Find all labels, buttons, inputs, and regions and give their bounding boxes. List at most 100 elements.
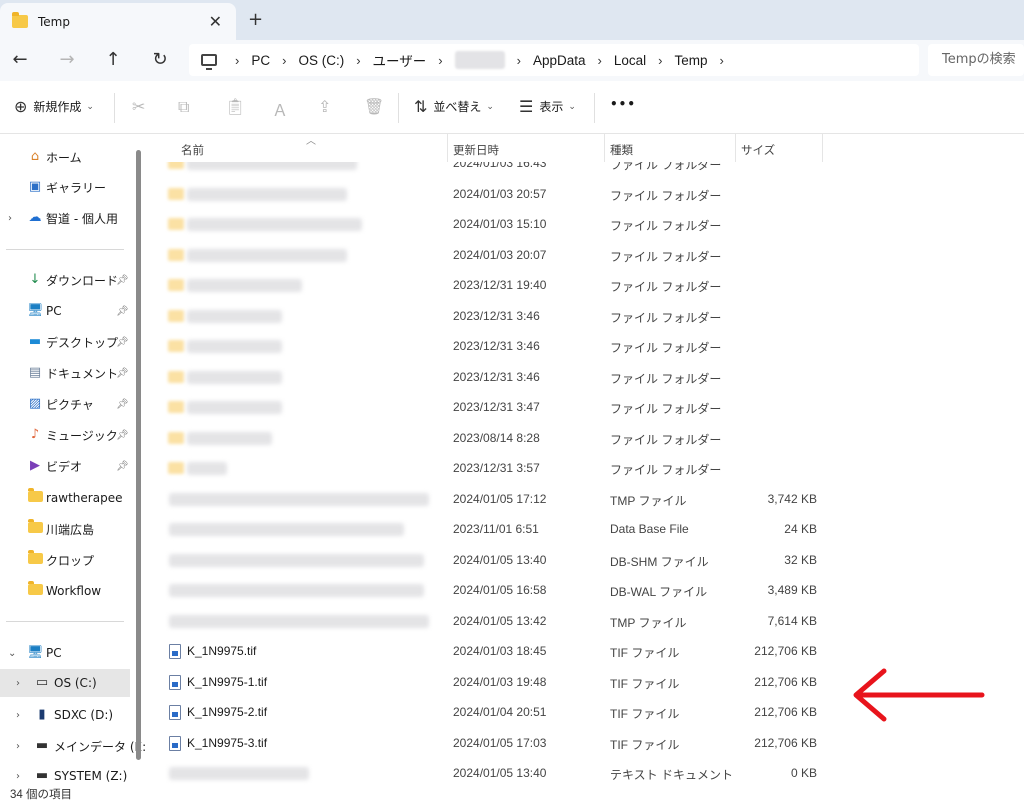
- file-name-redacted: [169, 523, 404, 536]
- sidebar-item-desktop[interactable]: ▬ デスクトップ 📌︎: [0, 328, 130, 356]
- sidebar-item-sdxc-d[interactable]: › ▮ SDXC (D:): [0, 701, 130, 729]
- chevron-right-icon[interactable]: ›: [16, 710, 20, 721]
- sidebar-scrollbar[interactable]: [136, 150, 141, 760]
- file-row[interactable]: 2023/12/31 3:46 ファイル フォルダー: [147, 331, 1024, 361]
- file-name: K_1N9975-3.tif: [187, 735, 268, 750]
- file-name: K_1N9975-2.tif: [187, 705, 268, 719]
- sidebar-item-home[interactable]: ⌂ ホーム: [0, 143, 130, 171]
- file-type: TMP ファイル: [610, 615, 687, 630]
- file-row[interactable]: 2023/12/31 19:40 ファイル フォルダー: [147, 270, 1024, 300]
- file-row[interactable]: 2023/08/14 8:28 ファイル フォルダー: [147, 423, 1024, 453]
- breadcrumb-temp[interactable]: Temp: [674, 53, 707, 68]
- file-size: 0 KB: [790, 766, 817, 780]
- chevron-right-icon[interactable]: ›: [8, 213, 12, 224]
- folder-icon: [168, 248, 184, 261]
- address-bar[interactable]: › PC › OS (C:) › ユーザー › › AppData › Loca…: [189, 44, 919, 76]
- file-name: K_1N9975-1.tif: [187, 674, 268, 689]
- sidebar-item-kawabata-hiroshima[interactable]: 川端広島: [0, 515, 130, 543]
- sidebar-item-downloads[interactable]: ↓ ダウンロード 📌︎: [0, 266, 130, 294]
- more-options-button[interactable]: •••: [610, 97, 636, 111]
- sidebar-item-pc-pinned[interactable]: 🖥︎ PC 📌︎: [0, 297, 130, 325]
- file-name-redacted: [187, 340, 282, 353]
- tif-file-icon: [169, 735, 181, 751]
- pin-icon: 📌︎: [116, 429, 129, 441]
- file-date: 2024/01/03 15:10: [453, 217, 547, 231]
- breadcrumb-users[interactable]: ユーザー: [373, 50, 427, 70]
- document-icon: ▤: [28, 365, 42, 380]
- copy-icon[interactable]: ⧉: [178, 97, 189, 117]
- file-row[interactable]: 2024/01/03 15:10 ファイル フォルダー: [147, 209, 1024, 239]
- breadcrumb-pc[interactable]: PC: [251, 53, 270, 68]
- sidebar-item-music[interactable]: ♪ ミュージック 📌︎: [0, 421, 130, 449]
- tab-temp[interactable]: Temp ✕: [0, 3, 236, 40]
- search-input[interactable]: Tempの検索: [928, 44, 1024, 76]
- sidebar-item-system-z[interactable]: › ▬ SYSTEM (Z:): [0, 762, 130, 788]
- chevron-right-icon[interactable]: ›: [16, 678, 20, 689]
- file-date: 2024/01/05 17:03: [453, 735, 547, 750]
- file-name-redacted: [187, 187, 347, 201]
- file-name-redacted: [169, 584, 424, 597]
- view-button[interactable]: ☰ 表示 ⌄: [519, 97, 576, 116]
- sidebar-item-main-data-e[interactable]: › ▬ メインデータ (E:): [0, 732, 145, 760]
- column-size[interactable]: サイズ: [741, 142, 775, 158]
- file-row[interactable]: 2023/12/31 3:46 ファイル フォルダー: [147, 301, 1024, 331]
- trash-icon[interactable]: 🗑︎: [364, 97, 384, 116]
- new-button[interactable]: ⊕ 新規作成 ⌄: [14, 97, 94, 116]
- cut-icon[interactable]: ✂: [132, 97, 145, 116]
- back-button[interactable]: ←: [8, 48, 32, 72]
- pin-icon: 📌︎: [116, 367, 129, 379]
- column-type[interactable]: 種類: [610, 142, 633, 158]
- file-date: 2024/01/05 17:12: [453, 491, 547, 506]
- rename-icon[interactable]: Ａ: [272, 97, 288, 121]
- paste-icon[interactable]: 📋︎: [225, 97, 245, 116]
- file-row[interactable]: 2024/01/03 20:07 ファイル フォルダー: [147, 240, 1024, 270]
- sidebar-item-crop[interactable]: クロップ: [0, 546, 130, 574]
- refresh-button[interactable]: ↻: [148, 48, 172, 72]
- column-name[interactable]: 名前: [181, 142, 204, 158]
- close-icon[interactable]: ✕: [209, 12, 222, 31]
- breadcrumb-appdata[interactable]: AppData: [533, 53, 586, 68]
- up-button[interactable]: ↑: [101, 48, 125, 72]
- breadcrumb-username-redacted[interactable]: [454, 51, 505, 69]
- file-row[interactable]: 2024/01/05 13:42 TMP ファイル 7,614 KB: [147, 606, 1024, 636]
- chevron-down-icon: ⌄: [568, 101, 576, 112]
- file-row[interactable]: 2023/12/31 3:46 ファイル フォルダー: [147, 362, 1024, 392]
- sidebar-item-pictures[interactable]: ▨ ピクチャ 📌︎: [0, 390, 130, 418]
- breadcrumb-os-c[interactable]: OS (C:): [298, 53, 344, 68]
- command-bar: ⊕ 新規作成 ⌄ ✂ ⧉ 📋︎ Ａ ⇪ 🗑︎ ⇅ 並べ替え ⌄ ☰ 表示 ⌄ •…: [0, 81, 1024, 134]
- column-date[interactable]: 更新日時: [453, 142, 499, 158]
- share-icon[interactable]: ⇪: [318, 97, 331, 116]
- sidebar-item-os-c[interactable]: › ▭ OS (C:): [0, 669, 130, 697]
- folder-icon: [27, 581, 43, 598]
- music-icon: ♪: [30, 427, 40, 442]
- file-date: 2024/01/05 16:58: [453, 583, 547, 597]
- file-row[interactable]: K_1N9975-3.tif 2024/01/05 17:03 TIF ファイル 21…: [147, 728, 1024, 758]
- sidebar-item-pc[interactable]: ⌄ 🖥︎ PC: [0, 639, 130, 667]
- breadcrumb-local[interactable]: Local: [614, 53, 646, 68]
- sort-button[interactable]: ⇅ 並べ替え ⌄: [414, 97, 494, 116]
- file-row[interactable]: 2023/12/31 3:47 ファイル フォルダー: [147, 392, 1024, 422]
- file-type: TIF ファイル: [610, 676, 680, 691]
- file-row[interactable]: 2024/01/05 16:58 DB-WAL ファイル 3,489 KB: [147, 575, 1024, 605]
- plus-circle-icon: ⊕: [14, 97, 28, 116]
- file-row[interactable]: 2024/01/03 20:57 ファイル フォルダー: [147, 179, 1024, 209]
- file-name-redacted: [169, 553, 424, 567]
- file-row[interactable]: 2023/12/31 3:57 ファイル フォルダー: [147, 453, 1024, 483]
- new-tab-button[interactable]: +: [248, 9, 263, 30]
- sidebar-item-rawtherapee[interactable]: rawtherapee: [0, 484, 130, 512]
- file-name-redacted: [187, 462, 227, 475]
- file-row[interactable]: 2024/01/05 17:12 TMP ファイル 3,742 KB: [147, 484, 1024, 514]
- sidebar-item-onedrive[interactable]: › ☁ 智道 - 個人用: [0, 204, 130, 232]
- chevron-right-icon[interactable]: ›: [16, 741, 20, 752]
- file-row[interactable]: 2024/01/05 13:40 テキスト ドキュメント 0 KB: [147, 758, 1024, 788]
- sidebar-item-documents[interactable]: ▤ ドキュメント 📌︎: [0, 359, 130, 387]
- chevron-down-icon[interactable]: ⌄: [8, 648, 16, 659]
- sidebar-item-workflow[interactable]: Workflow: [0, 577, 130, 605]
- sidebar-item-videos[interactable]: ▶ ビデオ 📌︎: [0, 452, 130, 480]
- file-row[interactable]: K_1N9975.tif 2024/01/03 18:45 TIF ファイル 212,…: [147, 636, 1024, 666]
- chevron-right-icon[interactable]: ›: [16, 771, 20, 782]
- forward-button[interactable]: →: [55, 48, 79, 72]
- file-row[interactable]: 2023/11/01 6:51 Data Base File 24 KB: [147, 514, 1024, 544]
- sidebar-item-gallery[interactable]: ▣ ギャラリー: [0, 173, 130, 201]
- file-row[interactable]: 2024/01/05 13:40 DB-SHM ファイル 32 KB: [147, 545, 1024, 575]
